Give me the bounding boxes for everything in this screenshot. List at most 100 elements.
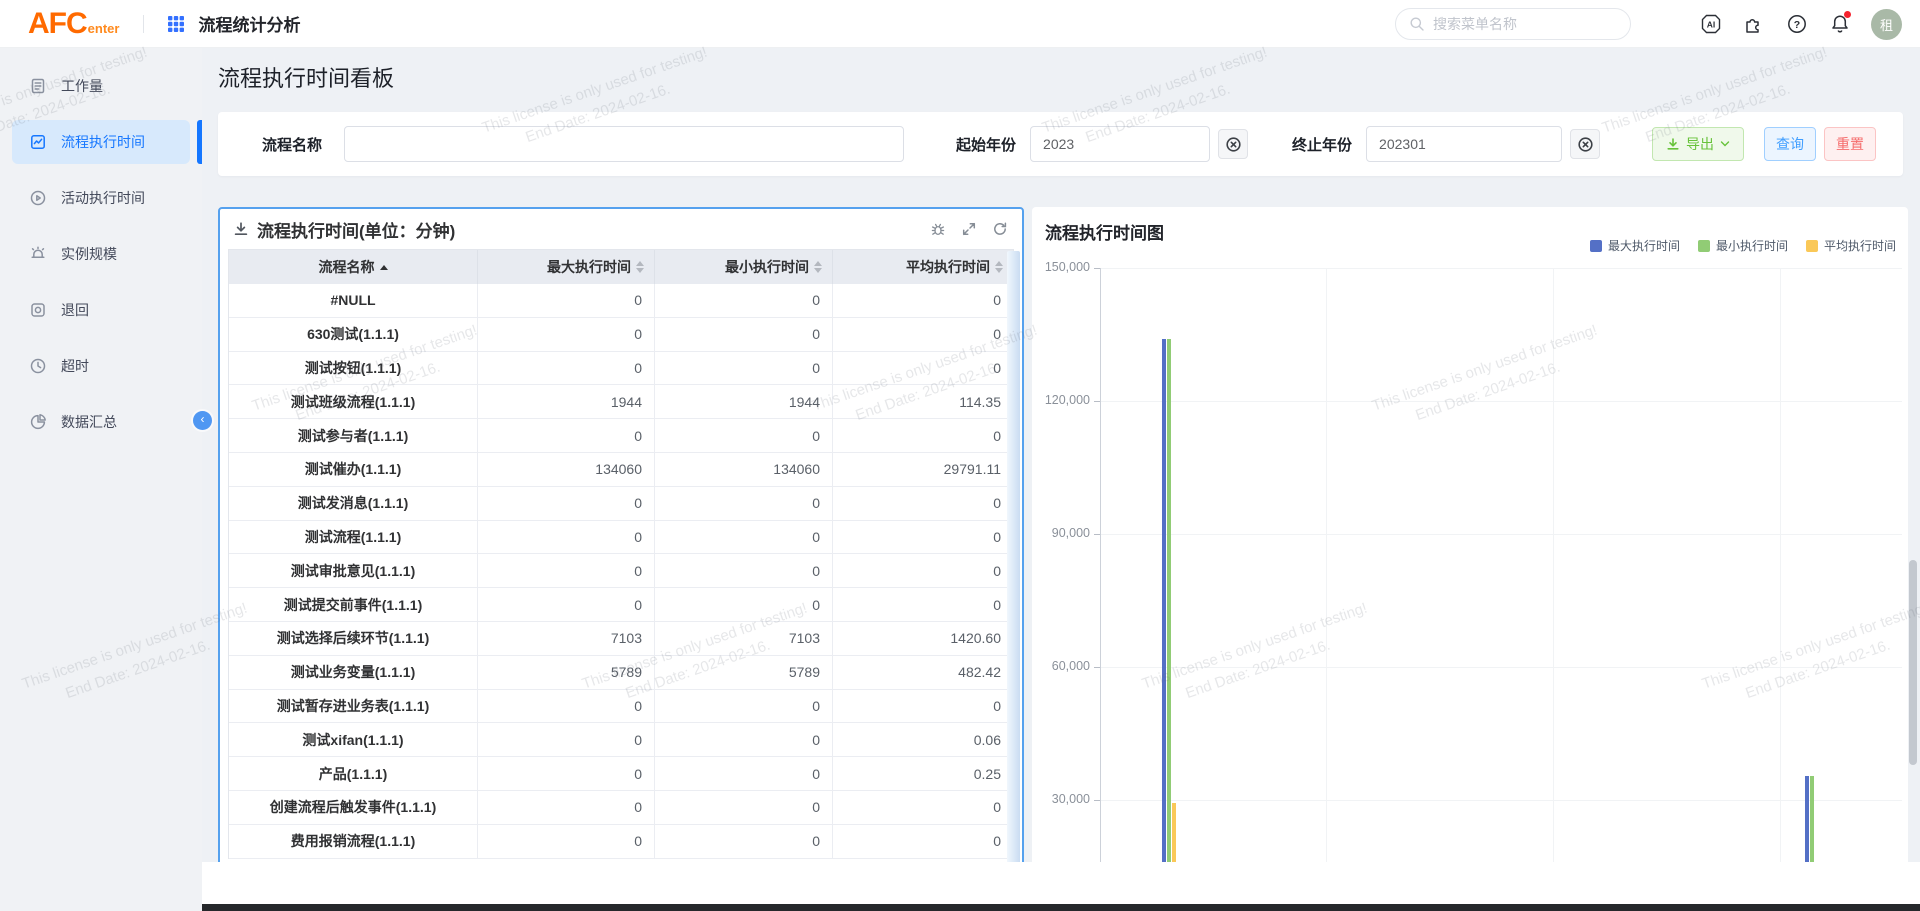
- column-header-4[interactable]: 平均执行时间: [833, 250, 1013, 284]
- legend-item[interactable]: 最小执行时间: [1698, 237, 1788, 254]
- notification-icon[interactable]: [1828, 12, 1852, 36]
- sidebar-item-3[interactable]: 活动执行时间: [12, 176, 190, 220]
- value-cell: 0: [655, 757, 833, 790]
- sidebar-item-7[interactable]: 数据汇总: [12, 400, 190, 444]
- table-row[interactable]: 创建流程后触发事件(1.1.1)000: [229, 791, 1013, 825]
- table-row[interactable]: 测试催办(1.1.1)13406013406029791.11: [229, 453, 1013, 487]
- sidebar-item-1[interactable]: 工作量: [12, 64, 190, 108]
- value-cell: 0: [833, 825, 1013, 858]
- legend-label: 最小执行时间: [1716, 237, 1788, 254]
- value-cell: 0: [655, 690, 833, 723]
- process-name-input[interactable]: [344, 126, 904, 162]
- process-name-cell: 测试提交前事件(1.1.1): [229, 588, 478, 621]
- sidebar-item-2[interactable]: 流程执行时间: [12, 120, 190, 164]
- value-cell: 0: [655, 825, 833, 858]
- value-cell: 0: [833, 487, 1013, 520]
- table-row[interactable]: 测试提交前事件(1.1.1)000: [229, 588, 1013, 622]
- apps-grid-icon[interactable]: [164, 12, 188, 36]
- export-button[interactable]: 导出: [1652, 127, 1744, 161]
- value-cell: 0: [833, 352, 1013, 385]
- value-cell: 134060: [478, 453, 655, 486]
- query-button[interactable]: 查询: [1764, 127, 1816, 161]
- process-name-cell: #NULL: [229, 284, 478, 317]
- debug-icon[interactable]: [929, 220, 947, 238]
- process-time-icon: [29, 133, 47, 151]
- process-name-cell: 测试xifan(1.1.1): [229, 723, 478, 756]
- notification-badge: [1844, 11, 1851, 18]
- table-row[interactable]: 测试暂存进业务表(1.1.1)000: [229, 690, 1013, 724]
- y-axis-label: 120,000: [1034, 393, 1090, 407]
- start-year-input[interactable]: [1030, 126, 1210, 162]
- table-panel-title: 流程执行时间(单位：分钟): [257, 217, 455, 242]
- table-scrollbar[interactable]: [1007, 251, 1020, 865]
- value-cell: 1420.60: [833, 622, 1013, 655]
- process-name-cell: 测试班级流程(1.1.1): [229, 385, 478, 418]
- table-row[interactable]: 产品(1.1.1)000.25: [229, 757, 1013, 791]
- value-cell: 0: [655, 419, 833, 452]
- process-name-label: 流程名称: [262, 134, 322, 155]
- value-cell: 0: [478, 521, 655, 554]
- x-gridline: [1780, 268, 1781, 867]
- table-row[interactable]: 测试流程(1.1.1)000: [229, 521, 1013, 555]
- process-name-cell: 产品(1.1.1): [229, 757, 478, 790]
- sidebar-item-label: 实例规模: [61, 244, 117, 264]
- table-row[interactable]: 测试按钮(1.1.1)000: [229, 352, 1013, 386]
- value-cell: 0: [833, 588, 1013, 621]
- column-header-3[interactable]: 最小执行时间: [655, 250, 833, 284]
- filter-bar: 流程名称 起始年份 终止年份 导出 查询 重置: [218, 112, 1903, 176]
- value-cell: 0: [478, 487, 655, 520]
- table-row[interactable]: #NULL000: [229, 284, 1013, 318]
- help-icon[interactable]: ?: [1785, 12, 1809, 36]
- search-input[interactable]: [1433, 16, 1593, 32]
- sidebar-item-5[interactable]: 退回: [12, 288, 190, 332]
- column-header-2[interactable]: 最大执行时间: [478, 250, 655, 284]
- legend-item[interactable]: 最大执行时间: [1590, 237, 1680, 254]
- sidebar-collapse-button[interactable]: ‹: [193, 411, 212, 430]
- expand-icon[interactable]: [960, 220, 978, 238]
- table-row[interactable]: 测试参与者(1.1.1)000: [229, 419, 1013, 453]
- end-year-input[interactable]: [1366, 126, 1562, 162]
- table-row[interactable]: 测试班级流程(1.1.1)19441944114.35: [229, 385, 1013, 419]
- table-row[interactable]: 测试业务变量(1.1.1)57895789482.42: [229, 656, 1013, 690]
- legend-swatch: [1590, 240, 1602, 252]
- process-name-cell: 测试按钮(1.1.1): [229, 352, 478, 385]
- table-row[interactable]: 测试xifan(1.1.1)000.06: [229, 723, 1013, 757]
- table-body: #NULL000630测试(1.1.1)000测试按钮(1.1.1)000测试班…: [229, 284, 1013, 859]
- table-row[interactable]: 630测试(1.1.1)000: [229, 318, 1013, 352]
- download-icon[interactable]: [233, 221, 249, 237]
- value-cell: 0: [478, 757, 655, 790]
- value-cell: 114.35: [833, 385, 1013, 418]
- avatar[interactable]: 租: [1871, 9, 1902, 40]
- sidebar-item-4[interactable]: 实例规模: [12, 232, 190, 276]
- value-cell: 5789: [478, 656, 655, 689]
- sort-asc-icon: [380, 265, 388, 270]
- y-axis-label: 30,000: [1034, 792, 1090, 806]
- content-scrollbar-thumb[interactable]: [1909, 560, 1917, 765]
- logo-suffix: enter: [88, 21, 120, 36]
- table-row[interactable]: 测试发消息(1.1.1)000: [229, 487, 1013, 521]
- reset-button[interactable]: 重置: [1824, 127, 1876, 161]
- y-gridline: [1100, 401, 1902, 402]
- legend-item[interactable]: 平均执行时间: [1806, 237, 1896, 254]
- menu-search[interactable]: [1395, 8, 1631, 40]
- execution-time-chart-panel: 流程执行时间图 最大执行时间最小执行时间平均执行时间 150,000120,00…: [1032, 207, 1908, 867]
- refresh-icon[interactable]: [991, 220, 1009, 238]
- table-row[interactable]: 测试审批意见(1.1.1)000: [229, 554, 1013, 588]
- search-icon: [1409, 16, 1425, 32]
- y-gridline: [1100, 667, 1902, 668]
- table-row[interactable]: 费用报销流程(1.1.1)000: [229, 825, 1013, 859]
- sidebar-item-6[interactable]: 超时: [12, 344, 190, 388]
- end-year-clear-button[interactable]: [1570, 129, 1600, 159]
- value-cell: 0: [833, 554, 1013, 587]
- app-logo[interactable]: AFC enter: [28, 9, 119, 39]
- execution-time-table: 流程名称最大执行时间最小执行时间平均执行时间 #NULL000630测试(1.1…: [228, 249, 1014, 859]
- start-year-clear-button[interactable]: [1218, 129, 1248, 159]
- table-row[interactable]: 测试选择后续环节(1.1.1)710371031420.60: [229, 622, 1013, 656]
- workload-icon: [29, 77, 47, 95]
- value-cell: 0: [655, 352, 833, 385]
- app-title: 流程统计分析: [198, 11, 300, 36]
- value-cell: 29791.11: [833, 453, 1013, 486]
- ai-icon[interactable]: AI: [1699, 12, 1723, 36]
- column-header-1[interactable]: 流程名称: [229, 250, 478, 284]
- plugin-icon[interactable]: [1742, 12, 1766, 36]
